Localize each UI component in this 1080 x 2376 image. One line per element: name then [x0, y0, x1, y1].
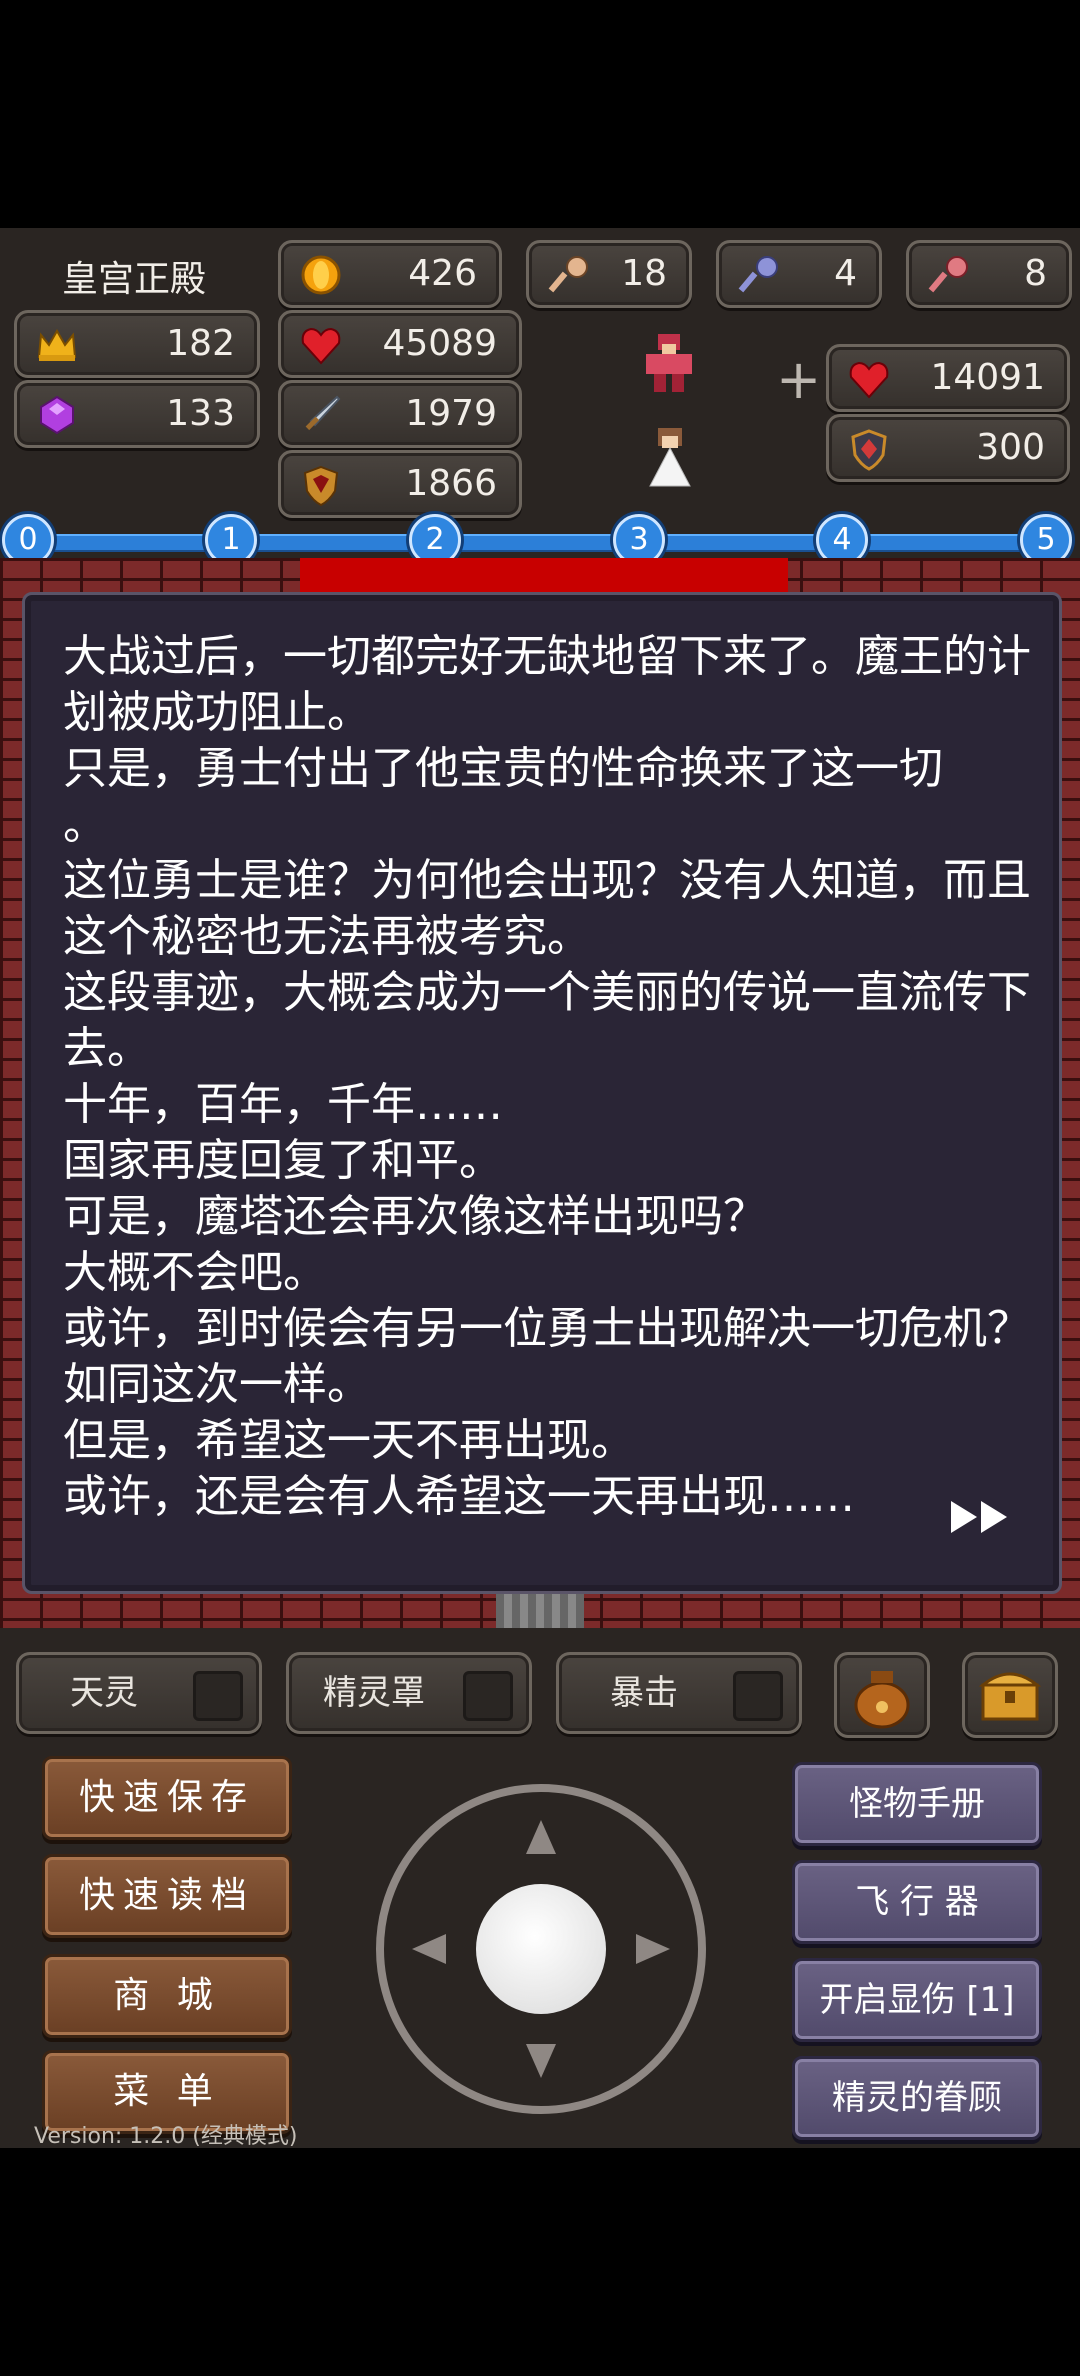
quick-save-button[interactable]: 快速保存	[42, 1756, 292, 1840]
chest-button[interactable]	[962, 1652, 1058, 1738]
level-stat: 182	[14, 310, 260, 378]
fast-forward-icon[interactable]	[947, 1497, 1017, 1537]
skill-checkbox[interactable]	[193, 1671, 243, 1721]
red-key-value: 8	[1024, 253, 1047, 294]
shield-icon	[303, 465, 339, 507]
skill-label: 暴击	[610, 1673, 678, 1713]
heart-icon	[849, 361, 889, 399]
attack-value: 1979	[405, 393, 497, 434]
damage-display-button[interactable]: 开启显伤 [1]	[792, 1958, 1042, 2042]
shop-button[interactable]: 商 城	[42, 1954, 292, 2038]
defense-value: 1866	[405, 463, 497, 504]
gold-value: 426	[408, 253, 477, 294]
gem-icon	[40, 395, 74, 435]
fly-button[interactable]: 飞 行 器	[792, 1860, 1042, 1944]
yellow-key-value: 18	[621, 253, 667, 294]
floor-progress-bar	[20, 534, 1050, 552]
joystick-knob[interactable]	[476, 1884, 606, 2014]
stairs-tile	[496, 1588, 584, 1628]
attack-stat: 1979	[278, 380, 522, 448]
defense-stat: 1866	[278, 450, 522, 518]
red-key-stat: 8	[906, 240, 1072, 308]
yellow-key-stat: 18	[526, 240, 692, 308]
spirit-blessing-button[interactable]: 精灵的眷顾	[792, 2056, 1042, 2140]
version-label: Version: 1.2.0 (经典模式)	[34, 2124, 298, 2148]
skill-checkbox[interactable]	[463, 1671, 513, 1721]
hp-value: 45089	[382, 323, 497, 364]
skill-toggle-tianling[interactable]: 天灵	[16, 1652, 262, 1734]
princess-sprite-icon	[649, 428, 691, 487]
gold-stat: 426	[278, 240, 502, 308]
skill-toggle-shield[interactable]: 精灵罩	[286, 1652, 532, 1734]
sword-icon	[305, 395, 341, 431]
treasure-chest-icon	[978, 1672, 1042, 1721]
skill-label: 天灵	[70, 1673, 138, 1713]
skill-checkbox[interactable]	[733, 1671, 783, 1721]
level-value: 182	[166, 323, 235, 364]
gems-value: 133	[166, 393, 235, 434]
yellow-key-icon	[548, 256, 588, 293]
hp-stat: 45089	[278, 310, 522, 378]
crown-icon	[37, 328, 77, 361]
badge-shield-icon	[851, 429, 887, 471]
skill-label: 精灵罩	[323, 1673, 425, 1713]
target-defense-stat: 300	[826, 414, 1070, 482]
target-defense-value: 300	[976, 427, 1045, 468]
blue-key-value: 4	[834, 253, 857, 294]
warrior-sprite-icon	[646, 334, 692, 392]
dialog-text: 大战过后，一切都完好无缺地留下来了。魔王的计划被成功阻止。 只是，勇士付出了他宝…	[63, 631, 1031, 1522]
blue-key-icon	[738, 256, 778, 293]
monster-manual-button[interactable]: 怪物手册	[792, 1762, 1042, 1846]
target-hp-stat: 14091	[826, 344, 1070, 412]
game-screen: 皇宫正殿 182 133 426 45089 1979 1866 18 4 8	[0, 228, 1080, 2148]
plus-icon: +	[776, 348, 822, 411]
skill-toggle-crit[interactable]: 暴击	[556, 1652, 802, 1734]
money-bag-icon	[854, 1671, 910, 1729]
gold-coin-icon	[301, 255, 341, 295]
quick-load-button[interactable]: 快速读档	[42, 1854, 292, 1938]
red-key-icon	[928, 256, 968, 293]
blue-key-stat: 4	[716, 240, 882, 308]
location-title: 皇宫正殿	[62, 259, 207, 300]
bag-button[interactable]	[834, 1652, 930, 1738]
target-hp-value: 14091	[930, 357, 1045, 398]
heart-icon	[301, 327, 341, 365]
gems-stat: 133	[14, 380, 260, 448]
story-dialog[interactable]: 大战过后，一切都完好无缺地留下来了。魔王的计划被成功阻止。 只是，勇士付出了他宝…	[22, 592, 1062, 1594]
